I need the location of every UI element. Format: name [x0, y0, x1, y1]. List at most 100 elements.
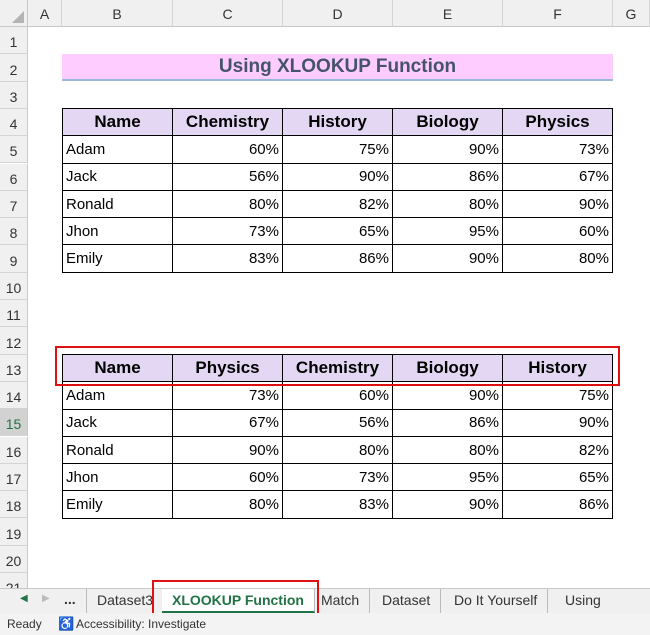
column-header[interactable]: F	[503, 0, 613, 27]
score-cell[interactable]: 73%	[172, 217, 283, 246]
score-cell[interactable]: 90%	[502, 189, 613, 219]
more-tabs-button[interactable]: ...	[64, 591, 76, 607]
score-cell[interactable]: 90%	[392, 135, 503, 164]
score-cell[interactable]: 90%	[282, 162, 393, 191]
score-cell[interactable]: 60%	[502, 217, 613, 246]
name-cell[interactable]: Emily	[62, 244, 173, 273]
score-cell[interactable]: 80%	[392, 435, 503, 465]
score-cell[interactable]: 83%	[282, 490, 393, 519]
row-header[interactable]: 4	[0, 108, 28, 137]
name-cell[interactable]: Jhon	[62, 217, 173, 246]
row-header[interactable]: 15	[0, 409, 28, 437]
table-row: Jhon 73% 65% 95% 60%	[62, 217, 613, 246]
column-header[interactable]: B	[62, 0, 173, 27]
column-header-cell[interactable]: History	[282, 107, 393, 137]
table-row: Emily 83% 86% 90% 80%	[62, 244, 613, 273]
name-cell[interactable]: Adam	[62, 135, 173, 164]
score-cell[interactable]: 90%	[172, 435, 283, 465]
row-header[interactable]: 7	[0, 190, 28, 219]
score-cell[interactable]: 73%	[502, 135, 613, 164]
score-cell[interactable]: 86%	[282, 244, 393, 273]
tab-dataset[interactable]: Dataset	[372, 589, 442, 613]
accessibility-status[interactable]: Accessibility: Investigate	[76, 613, 206, 635]
score-cell[interactable]: 82%	[282, 189, 393, 219]
column-header-cell[interactable]: Chemistry	[172, 107, 283, 137]
score-cell[interactable]: 80%	[282, 435, 393, 465]
row-header[interactable]: 18	[0, 491, 28, 519]
column-header[interactable]: C	[173, 0, 283, 27]
accessibility-icon[interactable]: ♿	[58, 613, 74, 635]
score-cell[interactable]: 82%	[502, 435, 613, 465]
score-cell[interactable]: 90%	[392, 244, 503, 273]
row-header[interactable]: 1	[0, 27, 28, 55]
table-row: Emily 80% 83% 90% 86%	[62, 490, 613, 519]
score-cell[interactable]: 95%	[392, 463, 503, 492]
table-row: Ronald 90% 80% 80% 82%	[62, 435, 613, 465]
tab-match[interactable]: Match	[311, 589, 371, 613]
column-header-cell[interactable]: Physics	[502, 107, 613, 137]
table-row: Jhon 60% 73% 95% 65%	[62, 463, 613, 492]
score-cell[interactable]: 80%	[392, 189, 503, 219]
score-cell[interactable]: 67%	[502, 162, 613, 191]
table-row: Jack 56% 90% 86% 67%	[62, 162, 613, 191]
name-cell[interactable]: Jack	[62, 162, 173, 191]
row-header[interactable]: 5	[0, 136, 28, 164]
score-cell[interactable]: 65%	[282, 217, 393, 246]
row-header[interactable]: 14	[0, 381, 28, 410]
row-header[interactable]: 9	[0, 245, 28, 273]
name-cell[interactable]: Ronald	[62, 435, 173, 465]
score-cell[interactable]: 60%	[172, 463, 283, 492]
scroll-left-icon[interactable]: ◀	[20, 593, 28, 604]
name-cell[interactable]: Ronald	[62, 189, 173, 219]
score-cell[interactable]: 56%	[172, 162, 283, 191]
sheet-tabs-bar: ◀ ▶ ... Dataset3 XLOOKUP Function Match …	[0, 588, 650, 630]
score-cell[interactable]: 65%	[502, 463, 613, 492]
row-header[interactable]: 17	[0, 463, 28, 492]
score-cell[interactable]: 95%	[392, 217, 503, 246]
row-header[interactable]: 3	[0, 81, 28, 109]
table-row: Jack 67% 56% 86% 90%	[62, 408, 613, 437]
row-header[interactable]: 16	[0, 436, 28, 464]
score-cell[interactable]: 80%	[502, 244, 613, 273]
tab-do-it-yourself[interactable]: Do It Yourself	[444, 589, 549, 613]
column-header-cell[interactable]: Name	[62, 107, 173, 137]
score-cell[interactable]: 86%	[502, 490, 613, 519]
table-row: Ronald 80% 82% 80% 90%	[62, 189, 613, 219]
header-highlight-box	[55, 346, 620, 386]
row-header[interactable]: 20	[0, 545, 28, 573]
name-cell[interactable]: Jack	[62, 408, 173, 437]
score-cell[interactable]: 80%	[172, 490, 283, 519]
ready-status: Ready	[7, 617, 42, 631]
tab-using-xlookup[interactable]: Using XLOOK	[555, 589, 650, 630]
status-bar: Ready ♿ Accessibility: Investigate	[0, 613, 650, 635]
score-cell[interactable]: 90%	[392, 490, 503, 519]
row-header[interactable]: 12	[0, 327, 28, 355]
row-header[interactable]: 13	[0, 354, 28, 382]
scroll-right-icon[interactable]: ▶	[42, 593, 50, 604]
row-header[interactable]: 2	[0, 54, 28, 82]
score-cell[interactable]: 67%	[172, 408, 283, 437]
select-all-button[interactable]	[0, 0, 28, 27]
column-header[interactable]: E	[393, 0, 503, 27]
score-cell[interactable]: 56%	[282, 408, 393, 437]
row-header[interactable]: 8	[0, 218, 28, 246]
name-cell[interactable]: Jhon	[62, 463, 173, 492]
score-cell[interactable]: 80%	[172, 189, 283, 219]
score-cell[interactable]: 60%	[172, 135, 283, 164]
column-header[interactable]: A	[28, 0, 62, 27]
row-header[interactable]: 19	[0, 518, 28, 546]
score-cell[interactable]: 86%	[392, 162, 503, 191]
column-header-cell[interactable]: Biology	[392, 107, 503, 137]
row-header[interactable]: 6	[0, 163, 28, 191]
scores-table: Name Chemistry History Biology Physics Adam 60…	[62, 107, 613, 273]
score-cell[interactable]: 83%	[172, 244, 283, 273]
score-cell[interactable]: 75%	[282, 135, 393, 164]
score-cell[interactable]: 73%	[282, 463, 393, 492]
score-cell[interactable]: 90%	[502, 408, 613, 437]
column-header[interactable]: D	[283, 0, 393, 27]
name-cell[interactable]: Emily	[62, 490, 173, 519]
score-cell[interactable]: 86%	[392, 408, 503, 437]
row-header[interactable]: 10	[0, 272, 28, 300]
row-header[interactable]: 11	[0, 300, 28, 328]
column-header[interactable]: G	[613, 0, 650, 27]
